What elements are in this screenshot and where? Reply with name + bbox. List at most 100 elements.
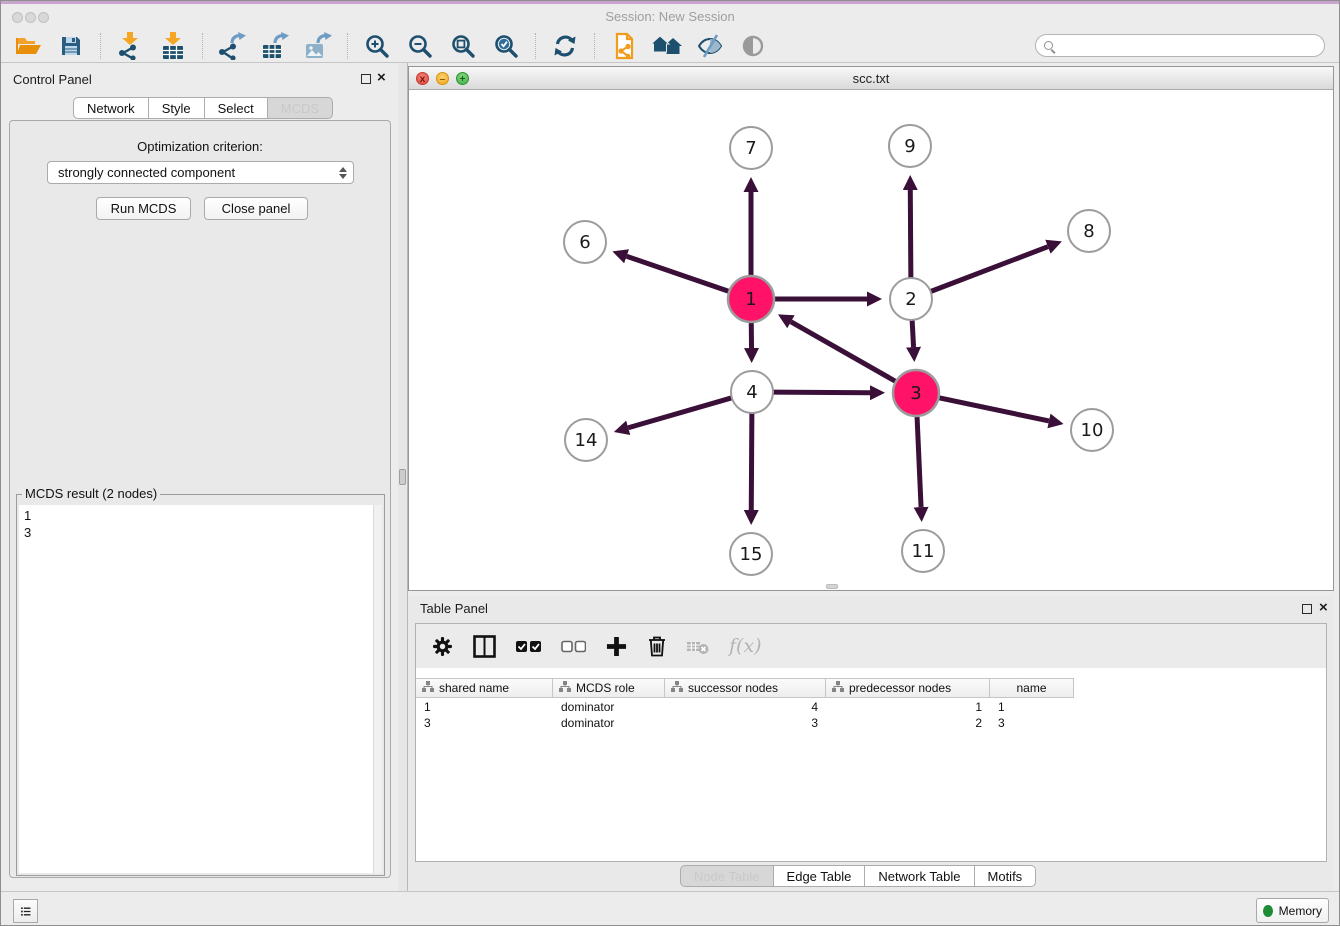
column-type-icon (832, 681, 844, 696)
table-header-row: shared name MCDS role successor nodes prede… (416, 678, 1074, 698)
tab-select[interactable]: Select (205, 97, 268, 119)
search-box[interactable] (1035, 34, 1325, 57)
table-tab-node-table[interactable]: Node Table (680, 865, 774, 887)
export-image-button[interactable] (301, 31, 335, 61)
toolbar-separator (594, 33, 595, 59)
table-cell[interactable]: 1 (990, 699, 1074, 715)
table-cell[interactable]: 3 (990, 715, 1074, 731)
table-tab-motifs[interactable]: Motifs (975, 865, 1037, 887)
clone-network-view-button[interactable] (607, 31, 641, 61)
edge-2-9[interactable] (910, 190, 911, 278)
run-mcds-button[interactable]: Run MCDS (96, 197, 191, 220)
control-panel-tabbar: NetworkStyleSelectMCDS (73, 97, 333, 119)
edge-4-3[interactable] (773, 392, 870, 393)
memory-status-icon (1263, 905, 1273, 917)
session-title: Session: New Session (1, 4, 1339, 29)
import-network-icon (117, 32, 143, 60)
edge-3-1[interactable] (791, 322, 896, 382)
edge-2-8[interactable] (931, 247, 1048, 292)
float-table-panel-icon[interactable] (1302, 604, 1312, 614)
delete-table-button-disabled (687, 638, 709, 655)
table-panel: Table Panel × (408, 596, 1334, 891)
columns-icon (473, 635, 496, 658)
gear-icon (432, 636, 453, 657)
deselect-all-button[interactable] (561, 638, 586, 655)
zoom-fit-button[interactable] (446, 31, 480, 61)
import-network-button[interactable] (113, 31, 147, 61)
node-label-14: 14 (575, 430, 598, 451)
add-column-button[interactable] (606, 636, 627, 657)
table-cell[interactable]: dominator (553, 699, 665, 715)
table-row[interactable]: 3dominator323 (416, 715, 1074, 731)
show-hidden-button[interactable] (736, 31, 770, 61)
zoom-in-button[interactable] (360, 31, 394, 61)
table-settings-button[interactable] (432, 636, 453, 657)
table-cell[interactable]: 4 (665, 699, 826, 715)
table-cell[interactable]: 1 (416, 699, 553, 715)
network-canvas[interactable]: 7968124314101511 (409, 90, 1333, 590)
export-table-button[interactable] (258, 31, 292, 61)
column-header-label: shared name (439, 681, 509, 695)
edge-2-3[interactable] (912, 320, 913, 347)
edge-3-11[interactable] (917, 416, 921, 507)
tab-style[interactable]: Style (149, 97, 205, 119)
zoom-out-button[interactable] (403, 31, 437, 61)
table-cell[interactable]: 3 (416, 715, 553, 731)
delete-column-button[interactable] (647, 635, 667, 657)
criterion-select[interactable]: strongly connected component (47, 161, 354, 184)
table-tab-network-table[interactable]: Network Table (865, 865, 974, 887)
network-maximize-button[interactable]: + (456, 72, 469, 85)
column-header-successor-nodes[interactable]: successor nodes (665, 678, 826, 698)
export-network-button[interactable] (215, 31, 249, 61)
edge-1-6[interactable] (627, 256, 730, 291)
edge-4-14[interactable] (628, 398, 732, 428)
table-cell[interactable]: 1 (826, 699, 990, 715)
apply-layout-button[interactable] (650, 31, 684, 61)
table-cell[interactable]: dominator (553, 715, 665, 731)
result-scrollbar[interactable] (373, 505, 382, 873)
open-session-button[interactable] (11, 31, 45, 61)
mcds-result-box[interactable]: 1 3 (19, 505, 382, 873)
close-panel-icon[interactable]: × (377, 68, 386, 88)
show-columns-button[interactable] (473, 635, 496, 658)
refresh-icon (553, 34, 577, 58)
splitter-handle[interactable] (399, 469, 406, 485)
refresh-view-button[interactable] (548, 31, 582, 61)
close-table-panel-icon[interactable]: × (1319, 598, 1328, 618)
mcds-tab-panel: Optimization criterion: strongly connect… (9, 120, 391, 878)
column-type-icon (559, 681, 571, 696)
memory-button[interactable]: Memory (1256, 898, 1329, 923)
save-session-button[interactable] (54, 31, 88, 61)
search-input[interactable] (1058, 37, 1316, 55)
column-header-predecessor-nodes[interactable]: predecessor nodes (826, 678, 990, 698)
column-header-label: predecessor nodes (849, 681, 951, 695)
column-header-MCDS-role[interactable]: MCDS role (553, 678, 665, 698)
column-header-shared-name[interactable]: shared name (416, 678, 553, 698)
network-window-titlebar[interactable]: scc.txt x – + (409, 67, 1333, 90)
select-all-button[interactable] (516, 638, 541, 655)
edge-4-15[interactable] (751, 413, 752, 510)
tab-network[interactable]: Network (73, 97, 149, 119)
close-panel-button[interactable]: Close panel (204, 197, 308, 220)
zoom-selected-button[interactable] (489, 31, 523, 61)
table-cell[interactable]: 3 (665, 715, 826, 731)
table-toolbar: f(x) (416, 624, 1326, 668)
node-label-9: 9 (904, 136, 915, 157)
float-panel-icon[interactable] (361, 74, 371, 84)
edge-3-10[interactable] (939, 398, 1049, 421)
table-cell[interactable]: 2 (826, 715, 990, 731)
table-tab-edge-table[interactable]: Edge Table (774, 865, 866, 887)
task-history-button[interactable] (13, 899, 38, 923)
column-header-name[interactable]: name (990, 678, 1074, 698)
panel-splitter[interactable] (398, 63, 408, 891)
tab-mcds[interactable]: MCDS (268, 97, 333, 119)
network-close-button[interactable]: x (416, 72, 429, 85)
network-minimize-button[interactable]: – (436, 72, 449, 85)
hide-selected-button[interactable] (693, 31, 727, 61)
table-row[interactable]: 1dominator411 (416, 699, 1074, 715)
search-icon (1044, 41, 1053, 50)
canvas-hscrollbar-thumb[interactable] (826, 584, 838, 589)
column-header-label: MCDS role (576, 681, 635, 695)
node-label-4: 4 (746, 382, 757, 403)
import-table-button[interactable] (156, 31, 190, 61)
